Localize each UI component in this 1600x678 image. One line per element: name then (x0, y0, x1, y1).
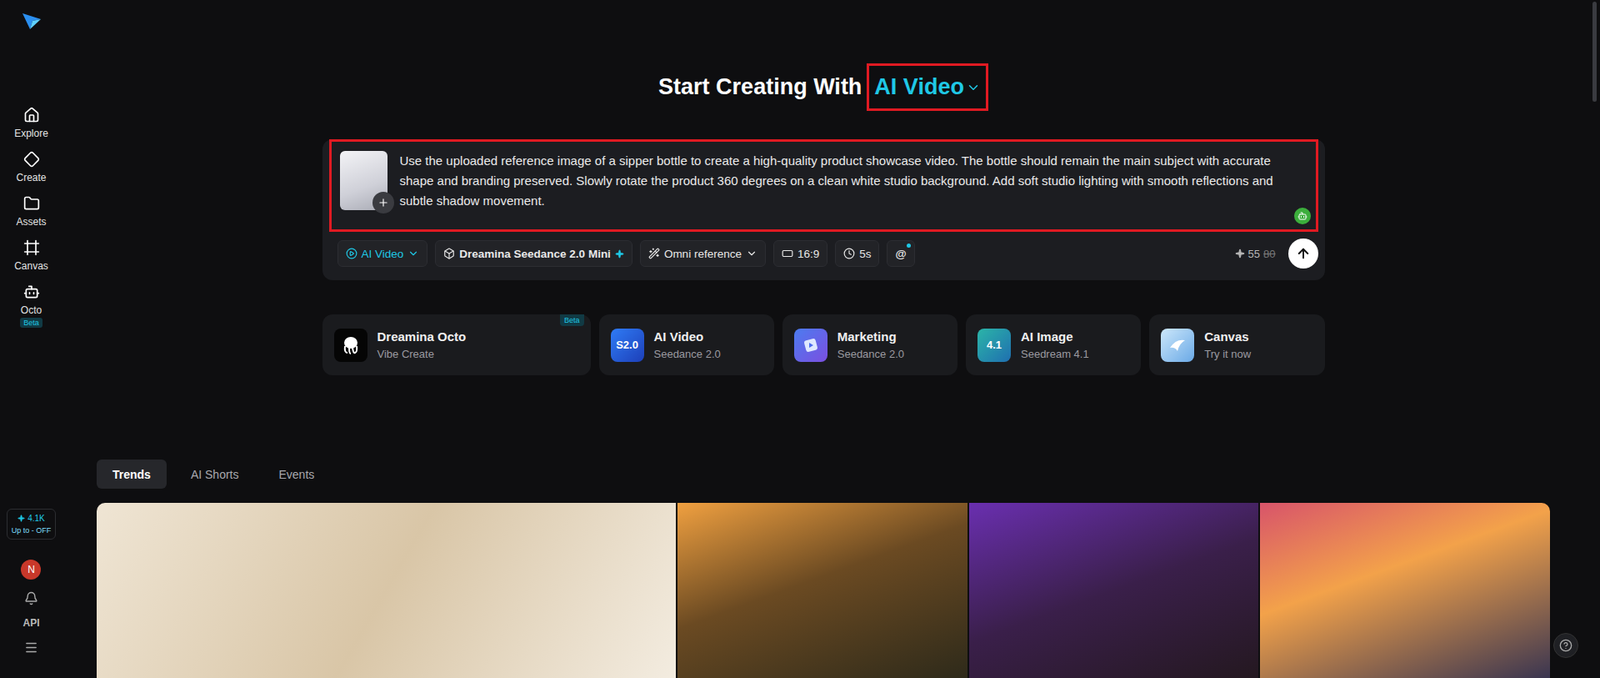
sidebar-item[interactable]: Create (6, 150, 57, 184)
shortcut-icon: S2.0 (610, 328, 645, 362)
shortcut-card[interactable]: Dreamina OctoVibe CreateBeta (322, 314, 591, 375)
scrollbar[interactable] (1592, 1, 1597, 102)
help-icon (1559, 638, 1573, 652)
bot-icon (1297, 210, 1308, 221)
nav-icon (23, 239, 40, 256)
play-icon (345, 247, 358, 260)
add-reference-button[interactable] (372, 191, 395, 214)
sidebar-item[interactable]: Explore (6, 106, 57, 140)
gallery-tile[interactable] (96, 502, 676, 678)
marketing-icon (800, 335, 821, 355)
shortcut-icon (334, 328, 368, 362)
avatar[interactable]: N (20, 559, 41, 580)
shortcut-card[interactable]: S2.0AI VideoSeedance 2.0 (599, 314, 775, 375)
ratio-icon (781, 247, 794, 260)
feed-tab[interactable]: Events (263, 459, 331, 489)
gallery-tile[interactable] (1260, 502, 1550, 678)
prompt-input[interactable]: Use the uploaded reference image of a si… (329, 139, 1319, 232)
shortcut-cards: Dreamina OctoVibe CreateBetaS2.0AI Video… (322, 314, 1325, 375)
menu-icon[interactable] (24, 640, 39, 655)
sparkle-icon (615, 249, 625, 259)
nav-icon (23, 106, 40, 124)
sparkle-icon (17, 514, 25, 522)
nav-icon (23, 283, 40, 300)
api-link[interactable]: API (22, 616, 40, 629)
chevron-icon (407, 247, 420, 260)
indicator-dot (906, 243, 911, 248)
shortcut-card[interactable]: 4.1AI ImageSeedream 4.1 (965, 314, 1141, 375)
shortcut-icon (794, 328, 828, 362)
feed-tab[interactable]: Trends (96, 459, 167, 489)
main: Start Creating WithAI Video Use the uploa… (62, 0, 1600, 678)
sidebar-item[interactable]: Assets (6, 195, 57, 228)
gallery-tile[interactable] (969, 502, 1260, 678)
ratio-chip[interactable]: 16:9 (773, 240, 828, 267)
shortcut-card[interactable]: MarketingSeedance 2.0 (782, 314, 958, 375)
prompt-card: Use the uploaded reference image of a si… (322, 139, 1325, 280)
gallery (96, 502, 1550, 678)
bell-icon[interactable] (24, 590, 39, 605)
canvas-icon (1167, 335, 1188, 355)
shortcut-icon: 4.1 (977, 328, 1011, 362)
cost: 5580 (1235, 247, 1276, 260)
chevron-icon (965, 80, 981, 95)
nav-icon (23, 150, 40, 168)
octo-icon (340, 334, 362, 356)
sidebar-item[interactable]: OctoBeta (6, 283, 57, 328)
mode-chip[interactable]: AI Video (337, 240, 429, 267)
app: Explore Create Assets Canvas OctoBeta 4.1KUp … (0, 0, 1600, 678)
sidebar: Explore Create Assets Canvas OctoBeta 4.1KUp … (0, 0, 63, 678)
mode-dropdown[interactable]: AI Video (866, 63, 989, 111)
plus-icon (377, 196, 390, 209)
duration-chip[interactable]: 5s (835, 240, 880, 267)
gallery-tile[interactable] (677, 502, 968, 678)
shortcut-icon (1160, 328, 1195, 362)
feed-tabs: Trends AI Shorts Events (96, 459, 1550, 489)
sidebar-item[interactable]: Canvas (6, 239, 57, 272)
arrow-up-icon (1295, 245, 1311, 261)
feed-tab[interactable]: AI Shorts (175, 459, 255, 489)
reference-thumbnail[interactable] (340, 150, 388, 210)
clock-icon (843, 247, 855, 260)
credit-icon (1235, 248, 1245, 259)
prompt-toolbar: AI VideoDreamina Seedance 2.0 Mini Omni r… (329, 238, 1319, 269)
assistant-icon[interactable] (1294, 207, 1311, 225)
mention-chip[interactable]: @ (886, 240, 915, 267)
model-chip[interactable]: Dreamina Seedance 2.0 Mini (435, 240, 633, 267)
credits-box[interactable]: 4.1KUp to - OFF (6, 508, 57, 540)
beta-badge: Beta (560, 314, 585, 326)
reference-icon (648, 247, 660, 260)
submit-button[interactable] (1288, 238, 1319, 269)
cube-icon (443, 247, 455, 260)
reference-chip[interactable]: Omni reference (640, 240, 766, 267)
hero-heading: Start Creating WithAI Video (658, 63, 989, 111)
beta-badge: Beta (20, 317, 43, 328)
chevron-icon (745, 247, 758, 260)
help-button[interactable] (1553, 632, 1579, 658)
shortcut-card[interactable]: CanvasTry it now (1149, 314, 1325, 375)
nav-icon (23, 195, 40, 212)
logo-icon[interactable] (21, 11, 42, 30)
